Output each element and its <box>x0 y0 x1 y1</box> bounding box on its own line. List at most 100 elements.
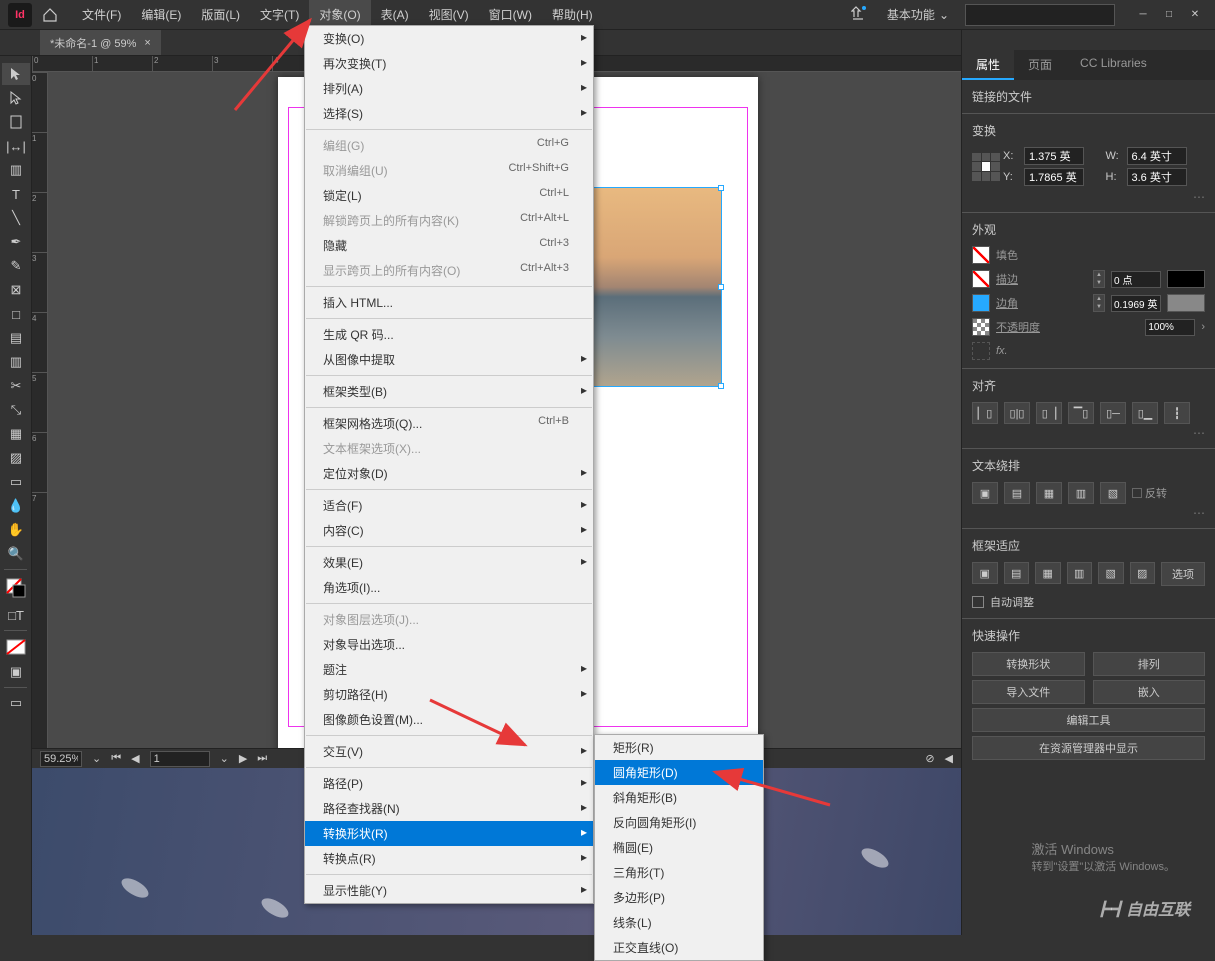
page-first-icon[interactable]: ⏮ <box>111 752 121 765</box>
submenu-item[interactable]: 正交直线(O) <box>595 935 763 960</box>
type-tool[interactable]: T <box>2 183 30 205</box>
tab-cclibraries[interactable]: CC Libraries <box>1066 50 1161 80</box>
stroke-style[interactable] <box>1167 270 1205 288</box>
scissors-tool[interactable]: ✂ <box>2 375 30 397</box>
reference-point[interactable] <box>972 153 1000 181</box>
fit-content-frame[interactable]: ▦ <box>1035 562 1061 584</box>
submenu-item[interactable]: 斜角矩形(B) <box>595 785 763 810</box>
corner-field[interactable] <box>1111 295 1161 312</box>
menu-item[interactable]: 路径查找器(N)▸ <box>305 796 593 821</box>
errors-icon[interactable]: ⊘ <box>925 752 934 765</box>
corner-icon[interactable] <box>972 294 990 312</box>
menu-item[interactable]: 剪切路径(H)▸ <box>305 682 593 707</box>
wrap-bbox[interactable]: ▤ <box>1004 482 1030 504</box>
fill-stroke-swap[interactable] <box>2 574 30 602</box>
home-icon[interactable] <box>38 3 62 27</box>
menu-item[interactable]: 排列(A)▸ <box>305 76 593 101</box>
fx-icon[interactable] <box>972 342 990 360</box>
share-icon[interactable] <box>847 1 871 28</box>
menu-item[interactable]: 角选项(I)... <box>305 575 593 600</box>
fit-content-aware[interactable]: ▨ <box>1130 562 1156 584</box>
window-minimize[interactable]: ─ <box>1131 5 1155 25</box>
menu-item[interactable]: 适合(F)▸ <box>305 493 593 518</box>
rectangle-frame-tool[interactable]: ⊠ <box>2 279 30 301</box>
menu-item[interactable]: 效果(E)▸ <box>305 550 593 575</box>
menu-item[interactable]: 内容(C)▸ <box>305 518 593 543</box>
menu-item[interactable]: 交互(V)▸ <box>305 739 593 764</box>
screen-mode[interactable]: ▭ <box>2 692 30 714</box>
align-top[interactable]: ▔▯ <box>1068 402 1094 424</box>
submenu-item[interactable]: 矩形(R) <box>595 735 763 760</box>
pencil-tool[interactable]: ✎ <box>2 255 30 277</box>
menu-item[interactable]: 图像颜色设置(M)... <box>305 707 593 732</box>
corner-stepper[interactable]: ▲▼ <box>1093 294 1105 312</box>
tab-pages[interactable]: 页面 <box>1014 50 1066 80</box>
menu-item[interactable]: 显示性能(Y)▸ <box>305 878 593 903</box>
stroke-field[interactable] <box>1111 271 1161 288</box>
distribute[interactable]: ┇ <box>1164 402 1190 424</box>
menu-item[interactable]: 从图像中提取▸ <box>305 347 593 372</box>
apply-color[interactable] <box>2 635 30 659</box>
wrap-shape[interactable]: ▦ <box>1036 482 1062 504</box>
quick-import[interactable]: 导入文件 <box>972 680 1085 704</box>
page-field[interactable] <box>150 751 210 767</box>
menu-item[interactable]: 选择(S)▸ <box>305 101 593 126</box>
menu-item[interactable]: 对象导出选项... <box>305 632 593 657</box>
opacity-field[interactable] <box>1145 319 1195 336</box>
menu-file[interactable]: 文件(F) <box>72 0 131 29</box>
fit-proportional[interactable]: ▤ <box>1004 562 1030 584</box>
menu-item[interactable]: 路径(P)▸ <box>305 771 593 796</box>
corner-style[interactable] <box>1167 294 1205 312</box>
vertical-grid-tool[interactable]: ▥ <box>2 351 30 373</box>
quick-convert-shape[interactable]: 转换形状 <box>972 652 1085 676</box>
align-bottom[interactable]: ▯▁ <box>1132 402 1158 424</box>
quick-embed[interactable]: 嵌入 <box>1093 680 1206 704</box>
quick-edit-tool[interactable]: 编辑工具 <box>972 708 1205 732</box>
pen-tool[interactable]: ✒ <box>2 231 30 253</box>
menu-item[interactable]: 框架类型(B)▸ <box>305 379 593 404</box>
document-tab[interactable]: *未命名-1 @ 59% × <box>40 30 161 55</box>
stroke-swatch[interactable] <box>972 270 990 288</box>
fit-center[interactable]: ▧ <box>1098 562 1124 584</box>
submenu-item[interactable]: 多边形(P) <box>595 885 763 910</box>
stroke-stepper[interactable]: ▲▼ <box>1093 270 1105 288</box>
quick-explorer[interactable]: 在资源管理器中显示 <box>972 736 1205 760</box>
free-transform-tool[interactable]: ⤡ <box>2 399 30 421</box>
window-close[interactable]: ✕ <box>1183 5 1207 25</box>
page-chevron-icon[interactable]: ⌄ <box>220 752 229 765</box>
menu-item[interactable]: 再次变换(T)▸ <box>305 51 593 76</box>
page-next-icon[interactable]: ▶ <box>239 752 247 765</box>
submenu-item[interactable]: 椭圆(E) <box>595 835 763 860</box>
menu-item[interactable]: 定位对象(D)▸ <box>305 461 593 486</box>
workspace-selector[interactable]: 基本功能 ⌄ <box>879 2 957 27</box>
quick-arrange[interactable]: 排列 <box>1093 652 1206 676</box>
zoom-field[interactable] <box>40 751 82 767</box>
submenu-item[interactable]: 线条(L) <box>595 910 763 935</box>
horizontal-grid-tool[interactable]: ▤ <box>2 327 30 349</box>
align-hcenter[interactable]: ▯|▯ <box>1004 402 1030 424</box>
hand-tool[interactable]: ✋ <box>2 519 30 541</box>
menu-layout[interactable]: 版面(L) <box>191 0 250 29</box>
tab-properties[interactable]: 属性 <box>962 50 1014 80</box>
submenu-item[interactable]: 圆角矩形(D) <box>595 760 763 785</box>
window-maximize[interactable]: □ <box>1157 5 1181 25</box>
fit-frame-content[interactable]: ▥ <box>1067 562 1093 584</box>
opacity-icon[interactable] <box>972 318 990 336</box>
auto-fit-checkbox[interactable] <box>972 596 984 608</box>
gap-tool[interactable]: |↔| <box>2 135 30 157</box>
menu-item[interactable]: 插入 HTML... <box>305 290 593 315</box>
wrap-jump[interactable]: ▥ <box>1068 482 1094 504</box>
content-collector-tool[interactable]: ▥ <box>2 159 30 181</box>
menu-item[interactable]: 框架网格选项(Q)...Ctrl+B <box>305 411 593 436</box>
formatting-container[interactable]: □T <box>2 604 30 626</box>
align-vcenter[interactable]: ▯─ <box>1100 402 1126 424</box>
menu-item[interactable]: 隐藏Ctrl+3 <box>305 233 593 258</box>
wrap-next[interactable]: ▧ <box>1100 482 1126 504</box>
menu-item[interactable]: 生成 QR 码... <box>305 322 593 347</box>
line-tool[interactable]: ╲ <box>2 207 30 229</box>
fill-swatch[interactable] <box>972 246 990 264</box>
gradient-feather-tool[interactable]: ▨ <box>2 447 30 469</box>
menu-type[interactable]: 文字(T) <box>250 0 309 29</box>
tab-close-icon[interactable]: × <box>144 37 150 49</box>
submenu-item[interactable]: 三角形(T) <box>595 860 763 885</box>
